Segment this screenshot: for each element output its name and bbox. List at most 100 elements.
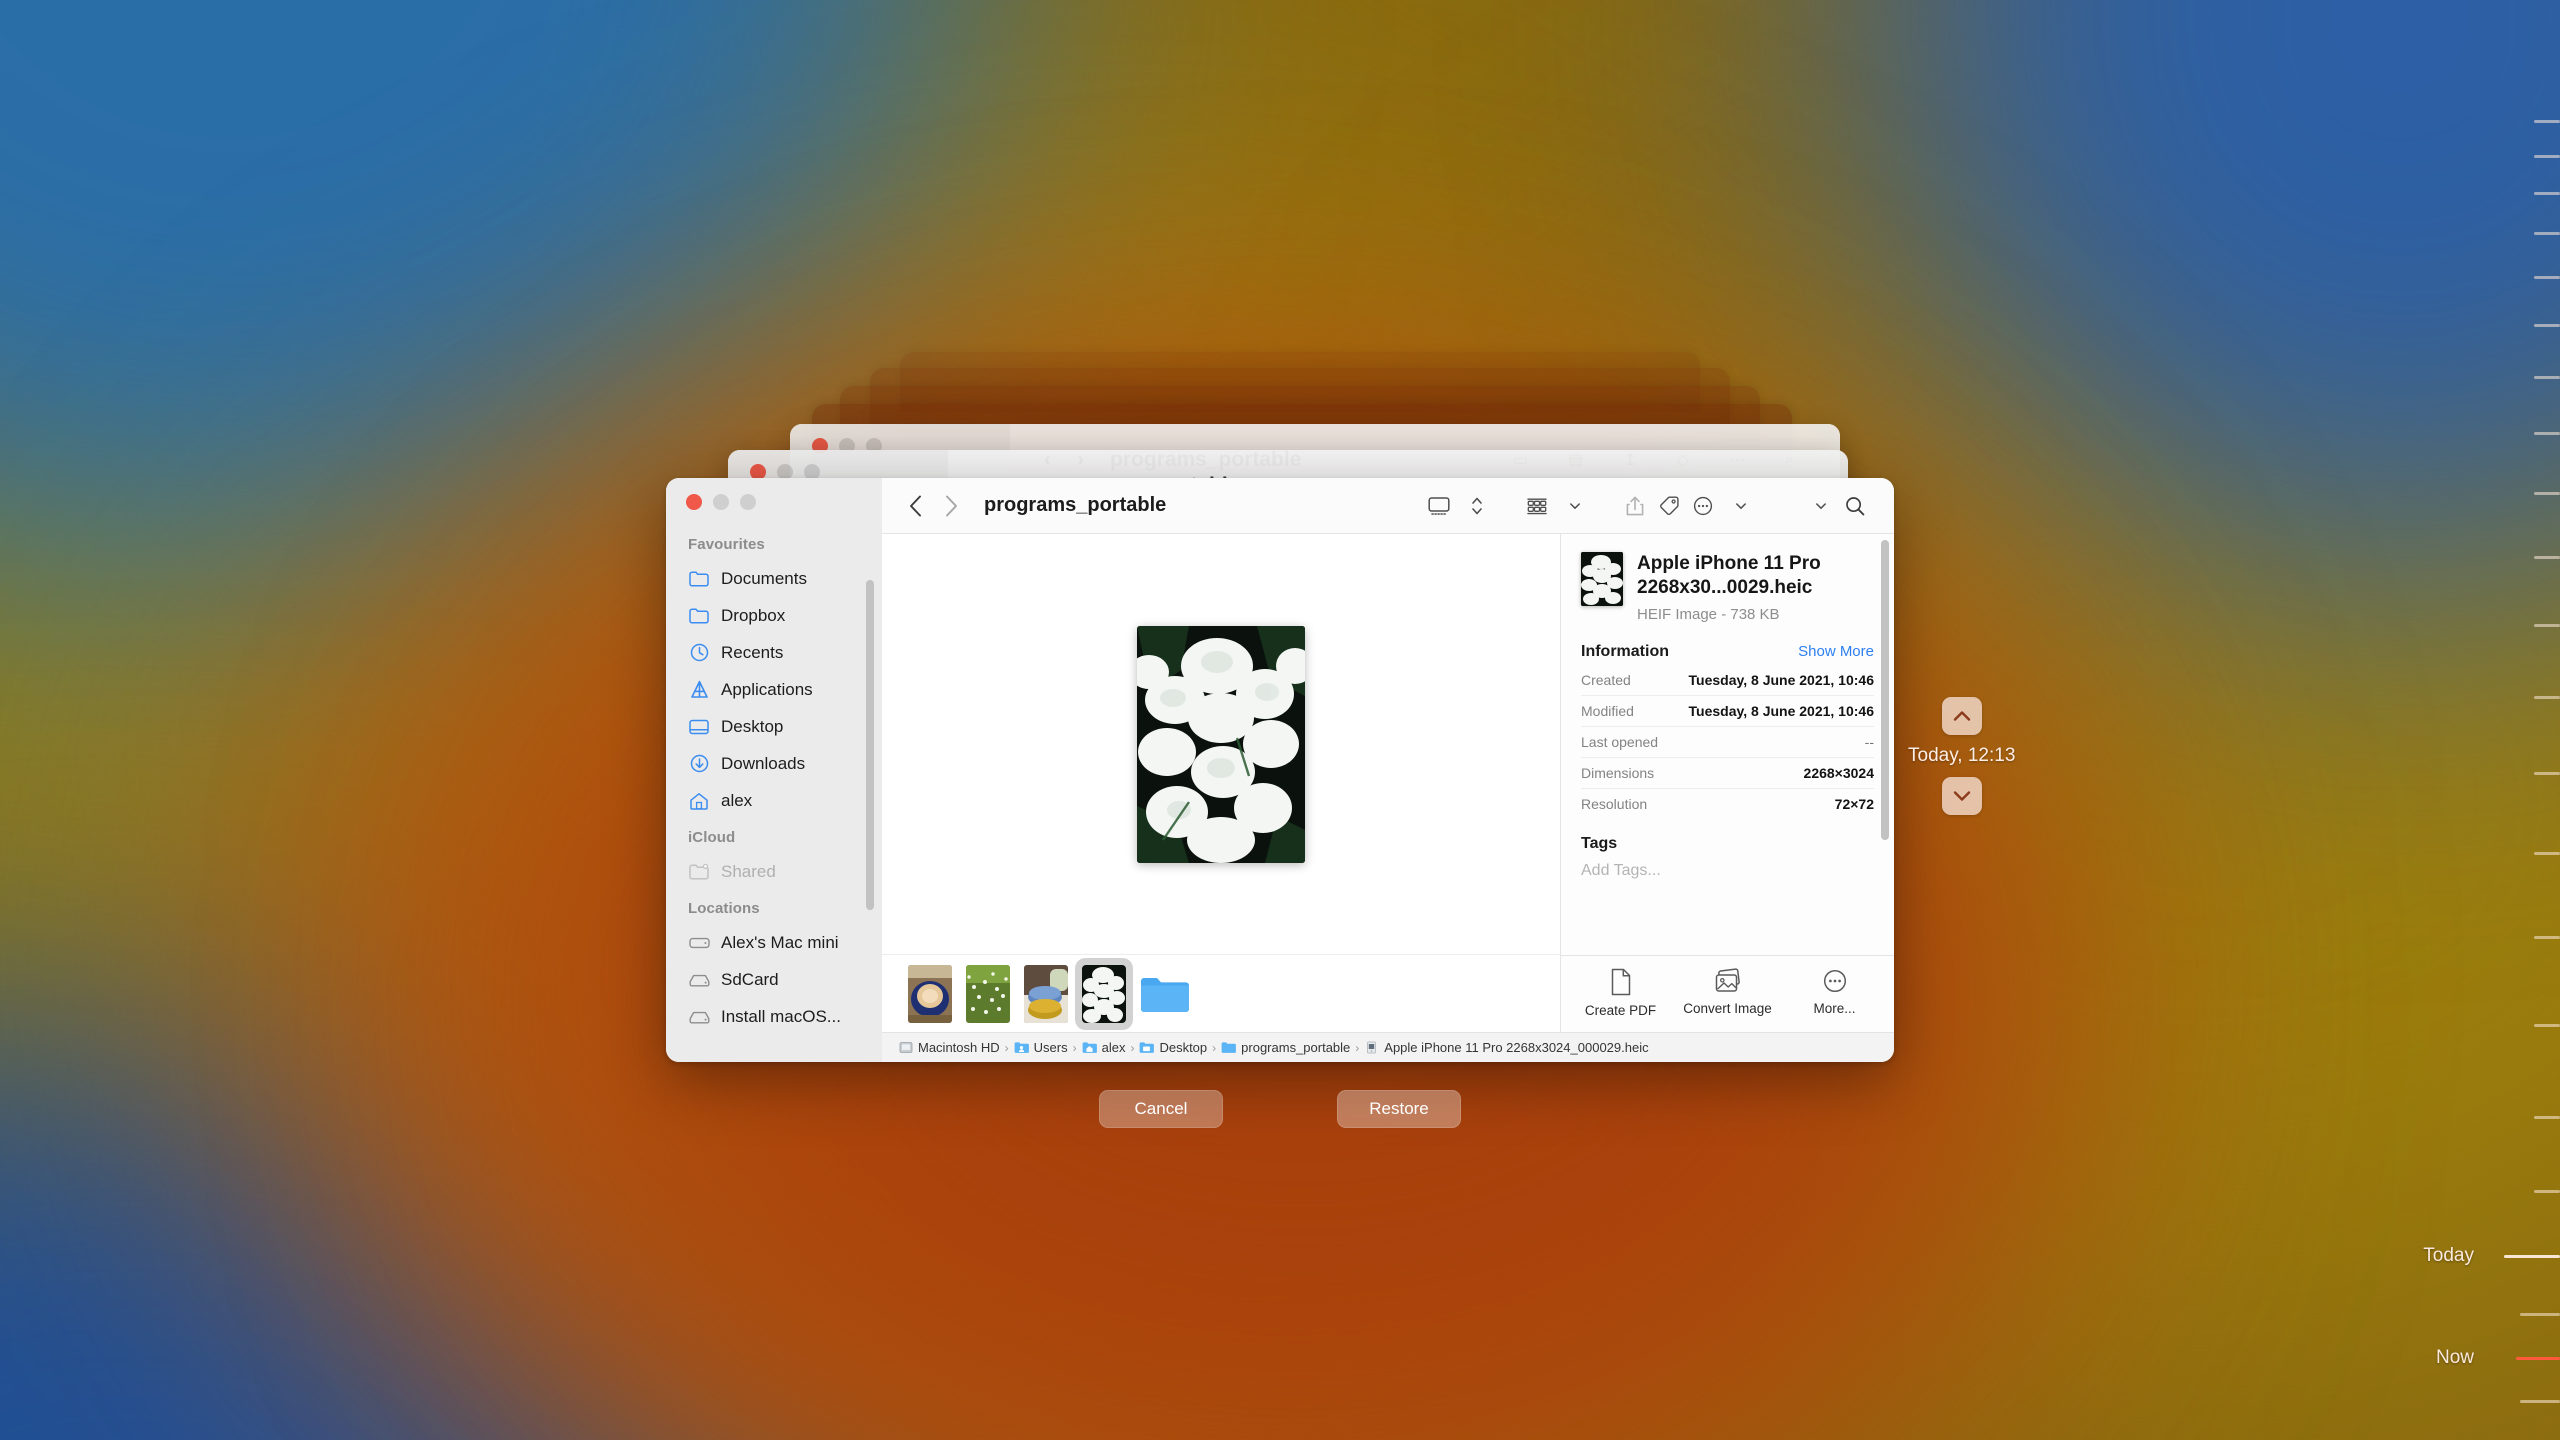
group-items-icon[interactable]: [1520, 491, 1554, 521]
inspector-row-key: Dimensions: [1581, 764, 1655, 781]
sidebar-item-desktop[interactable]: Desktop: [666, 708, 882, 745]
timeline-tick-minor[interactable]: [2520, 1400, 2560, 1403]
chevron-up-icon[interactable]: [1941, 697, 1982, 735]
timeline-tick-minor[interactable]: [2520, 1313, 2560, 1316]
inspector-file-name: Apple iPhone 11 Pro 2268x30...0029.heic: [1637, 553, 1821, 599]
breadcrumb[interactable]: Macintosh HD › Users › alex › Desktop › programs…: [882, 1032, 1894, 1062]
close-button[interactable]: [686, 494, 702, 510]
timeline-tick-minor[interactable]: [2534, 1024, 2560, 1027]
inspector-scroll-area[interactable]: Apple iPhone 11 Pro 2268x30...0029.heic …: [1561, 534, 1894, 955]
timeline-tick-minor[interactable]: [2534, 432, 2560, 435]
tag-icon[interactable]: [1652, 491, 1686, 521]
quick-action-convert-image[interactable]: Convert Image: [1674, 968, 1781, 1020]
breadcrumb-item[interactable]: Macintosh HD: [898, 1040, 1000, 1055]
timeline-tick-minor[interactable]: [2534, 155, 2560, 158]
sidebar-scroll-area[interactable]: Favourites Documents Dropbox Recents Applica…: [666, 526, 882, 1062]
updown-chevron-icon[interactable]: [1460, 491, 1494, 521]
thumbnail-green-meadow-flowers[interactable]: [966, 964, 1010, 1023]
sidebar-item-label: SdCard: [721, 969, 779, 989]
search-icon[interactable]: [1838, 491, 1872, 521]
finder-window[interactable]: Favourites Documents Dropbox Recents Applica…: [666, 478, 1894, 1062]
share-icon[interactable]: [1618, 491, 1652, 521]
timeline-tick-minor[interactable]: [2534, 192, 2560, 195]
thumbnail-latte-coffee-cup[interactable]: [908, 964, 952, 1023]
breadcrumb-item[interactable]: Users: [1014, 1040, 1068, 1055]
inspector-information-header: Information: [1581, 642, 1669, 660]
sidebar-item-shared[interactable]: Shared: [666, 853, 882, 890]
minimise-button[interactable]: [713, 494, 729, 510]
timeline-tick-minor[interactable]: [2534, 1190, 2560, 1193]
timeline-tick-minor[interactable]: [2534, 120, 2560, 123]
sidebar-item-alex[interactable]: alex: [666, 782, 882, 819]
inspector-file-subtitle: HEIF Image - 738 KB: [1637, 605, 1780, 623]
timeline-tick-minor[interactable]: [2534, 936, 2560, 939]
info-inspector-panel[interactable]: Apple iPhone 11 Pro 2268x30...0029.heic …: [1560, 534, 1894, 1032]
sidebar-item-applications[interactable]: Applications: [666, 671, 882, 708]
restore-button[interactable]: Restore: [1337, 1090, 1461, 1128]
sidebar-scrollbar[interactable]: [866, 580, 874, 910]
inspector-quick-actions[interactable]: Create PDF Convert Image More...: [1561, 955, 1894, 1032]
chevron-down-icon[interactable]: [1941, 777, 1982, 815]
breadcrumb-item[interactable]: alex: [1082, 1040, 1126, 1055]
sidebar-item-downloads[interactable]: Downloads: [666, 745, 882, 782]
hero-preview-image: [1137, 625, 1305, 863]
timeline-tick-minor[interactable]: [2534, 276, 2560, 279]
time-machine-action-bar[interactable]: Cancel Restore: [0, 1090, 2560, 1128]
thumbnail-white-peony-flowers[interactable]: [1082, 964, 1126, 1023]
view-display-icon[interactable]: [1422, 491, 1456, 521]
thumbnail-strip[interactable]: [882, 954, 1560, 1032]
inspector-row: Modified Tuesday, 8 June 2021, 10:46: [1581, 694, 1874, 726]
sidebar-item-label: Alex's Mac mini: [721, 932, 839, 952]
sidebar-item-alex-s-mac-mini[interactable]: Alex's Mac mini: [666, 924, 882, 961]
inspector-row-key: Created: [1581, 671, 1631, 688]
more-chevron-down-icon[interactable]: [1724, 491, 1758, 521]
finder-sidebar[interactable]: Favourites Documents Dropbox Recents Applica…: [666, 478, 882, 1062]
timeline-tick-minor[interactable]: [2534, 772, 2560, 775]
timeline-tick-minor[interactable]: [2534, 376, 2560, 379]
sidebar-item-label: Recents: [721, 642, 784, 662]
sidebar-item-label: Shared: [721, 861, 776, 881]
breadcrumb-item[interactable]: programs_portable: [1221, 1040, 1350, 1055]
back-button[interactable]: [900, 491, 930, 521]
more-ellipsis-circle-icon[interactable]: [1686, 491, 1720, 521]
timeline-today-label: Today: [2423, 1245, 2474, 1266]
quick-action-create-pdf[interactable]: Create PDF: [1567, 968, 1674, 1020]
show-more-link[interactable]: Show More: [1798, 643, 1874, 660]
inspector-scrollbar[interactable]: [1881, 540, 1889, 840]
quick-action-more[interactable]: More...: [1781, 968, 1888, 1020]
sidebar-item-label: Desktop: [721, 716, 784, 736]
thumbnail-stacked-macarons[interactable]: [1024, 964, 1068, 1023]
breadcrumb-label: Macintosh HD: [918, 1040, 1000, 1055]
sidebar-item-documents[interactable]: Documents: [666, 560, 882, 597]
timeline-tick-minor[interactable]: [2534, 492, 2560, 495]
sidebar-section-header: Locations: [688, 900, 760, 917]
window-traffic-lights[interactable]: [666, 478, 882, 526]
timeline-tick-minor[interactable]: [2534, 624, 2560, 627]
timeline-tick-minor[interactable]: [2534, 852, 2560, 855]
sidebar-item-label: Applications: [721, 679, 813, 699]
sidebar-item-dropbox[interactable]: Dropbox: [666, 597, 882, 634]
timeline-tick-now[interactable]: [2516, 1357, 2560, 1360]
time-machine-timeline[interactable]: Today Now: [2423, 0, 2560, 1440]
snapshot-stepper[interactable]: Today, 12:13: [1908, 697, 2015, 815]
timeline-tick-major[interactable]: [2504, 1255, 2560, 1258]
finder-toolbar[interactable]: programs_portable: [882, 478, 1894, 534]
overflow-chevron-down-icon[interactable]: [1804, 491, 1838, 521]
zoom-button[interactable]: [740, 494, 756, 510]
timeline-tick-minor[interactable]: [2534, 1116, 2560, 1119]
timeline-tick-minor[interactable]: [2534, 232, 2560, 235]
group-chevron-down-icon[interactable]: [1558, 491, 1592, 521]
breadcrumb-label: alex: [1101, 1040, 1126, 1055]
sidebar-item-sdcard[interactable]: SdCard: [666, 961, 882, 998]
timeline-tick-minor[interactable]: [2534, 324, 2560, 327]
timeline-tick-minor[interactable]: [2534, 696, 2560, 699]
forward-button[interactable]: [936, 491, 966, 521]
cancel-button[interactable]: Cancel: [1099, 1090, 1223, 1128]
sidebar-item-recents[interactable]: Recents: [666, 634, 882, 671]
add-tags-input[interactable]: Add Tags...: [1581, 857, 1874, 894]
thumbnail-blue-folder[interactable]: [1140, 974, 1190, 1014]
sidebar-item-install-macos[interactable]: Install macOS...: [666, 998, 882, 1035]
timeline-tick-minor[interactable]: [2534, 556, 2560, 559]
breadcrumb-item[interactable]: Apple iPhone 11 Pro 2268x3024_000029.hei…: [1364, 1040, 1649, 1055]
breadcrumb-item[interactable]: Desktop: [1139, 1040, 1207, 1055]
